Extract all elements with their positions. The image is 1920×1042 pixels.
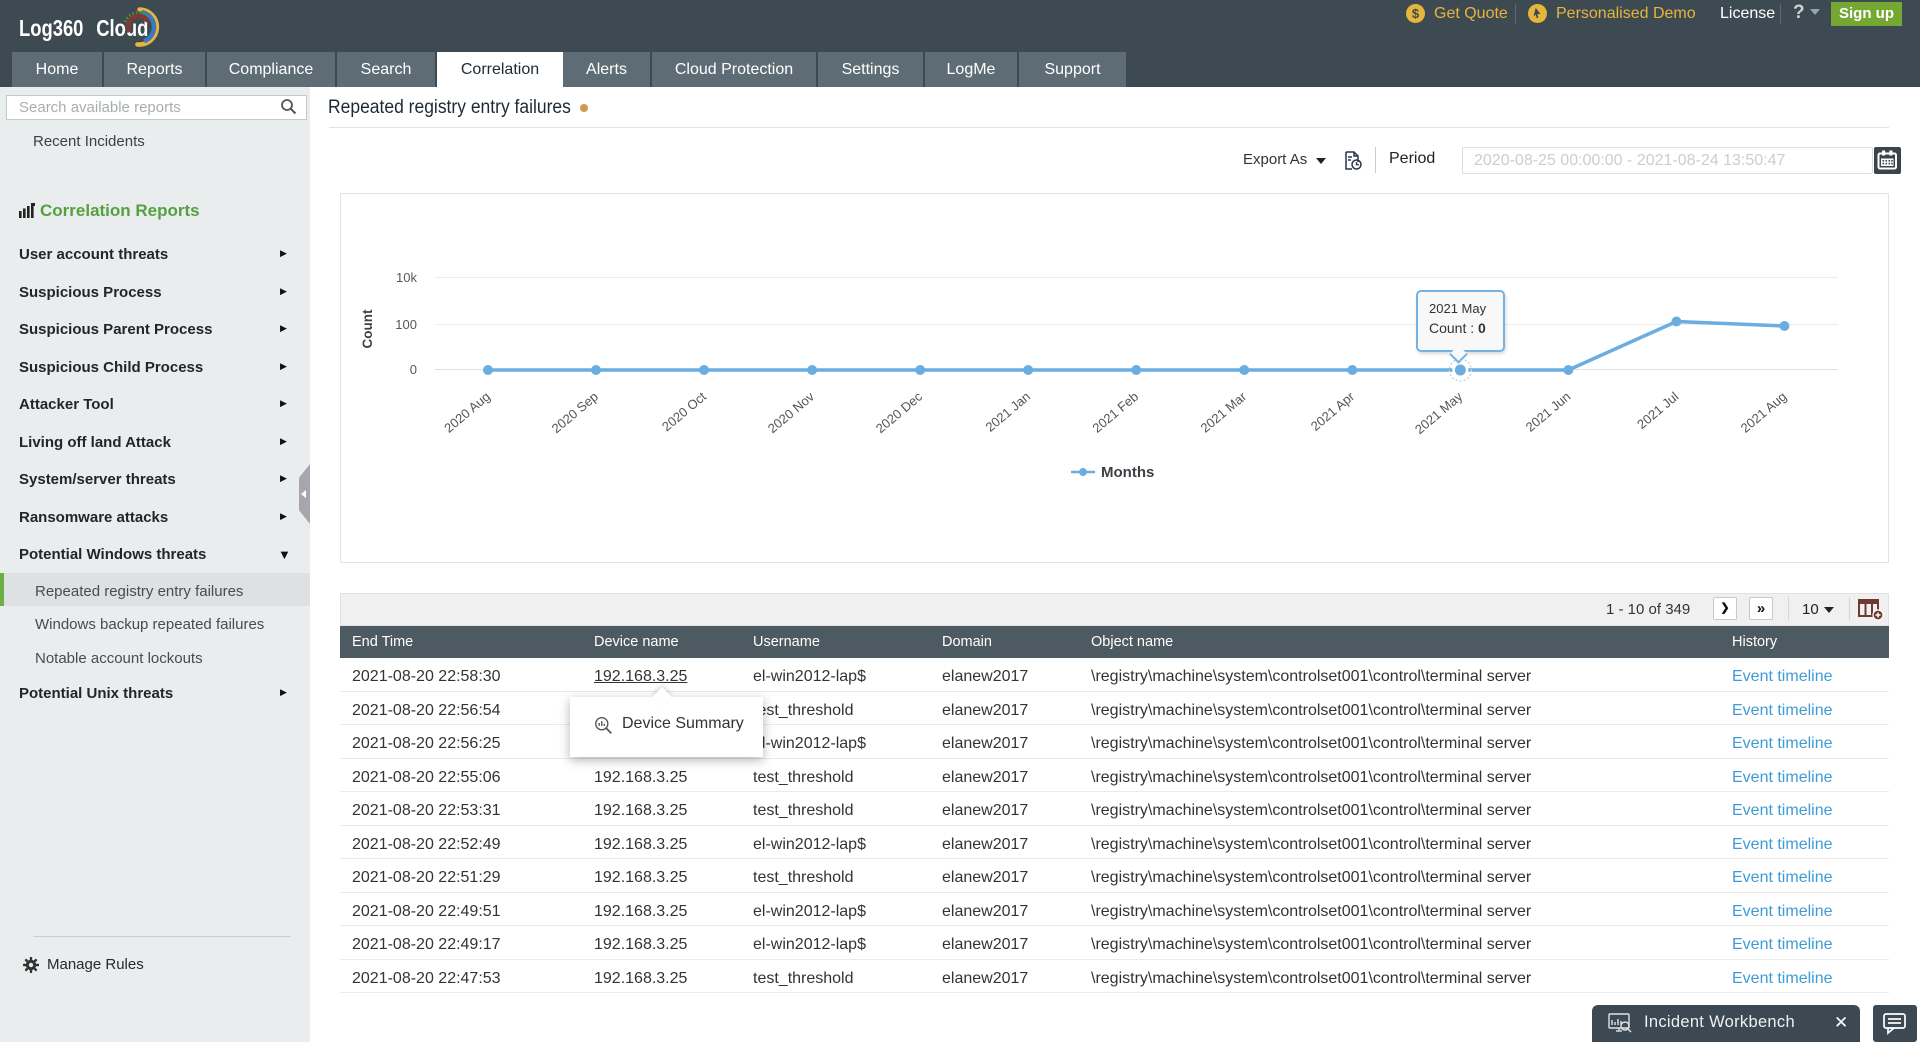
svg-text:2021 May: 2021 May <box>1412 388 1466 437</box>
svg-text:2021 Feb: 2021 Feb <box>1089 389 1141 436</box>
svg-text:2021 Jul: 2021 Jul <box>1634 389 1681 432</box>
svg-text:2021 Apr: 2021 Apr <box>1308 388 1358 433</box>
svg-text:0: 0 <box>410 362 417 377</box>
svg-text:2020 Dec: 2020 Dec <box>873 388 926 436</box>
svg-text:2020 Aug: 2020 Aug <box>441 389 493 436</box>
svg-text:2021 Jun: 2021 Jun <box>1523 389 1574 435</box>
svg-text:2021 Aug: 2021 Aug <box>1738 389 1790 436</box>
svg-text:2020 Oct: 2020 Oct <box>659 389 709 435</box>
svg-text:2020 Sep: 2020 Sep <box>549 389 601 436</box>
svg-text:2020 Nov: 2020 Nov <box>765 388 818 436</box>
svg-text:2021 Jan: 2021 Jan <box>983 389 1034 435</box>
svg-text:Count: Count <box>360 309 375 348</box>
svg-text:2021 Mar: 2021 Mar <box>1197 388 1249 435</box>
svg-text:10k: 10k <box>396 270 417 285</box>
svg-text:100: 100 <box>395 317 417 332</box>
